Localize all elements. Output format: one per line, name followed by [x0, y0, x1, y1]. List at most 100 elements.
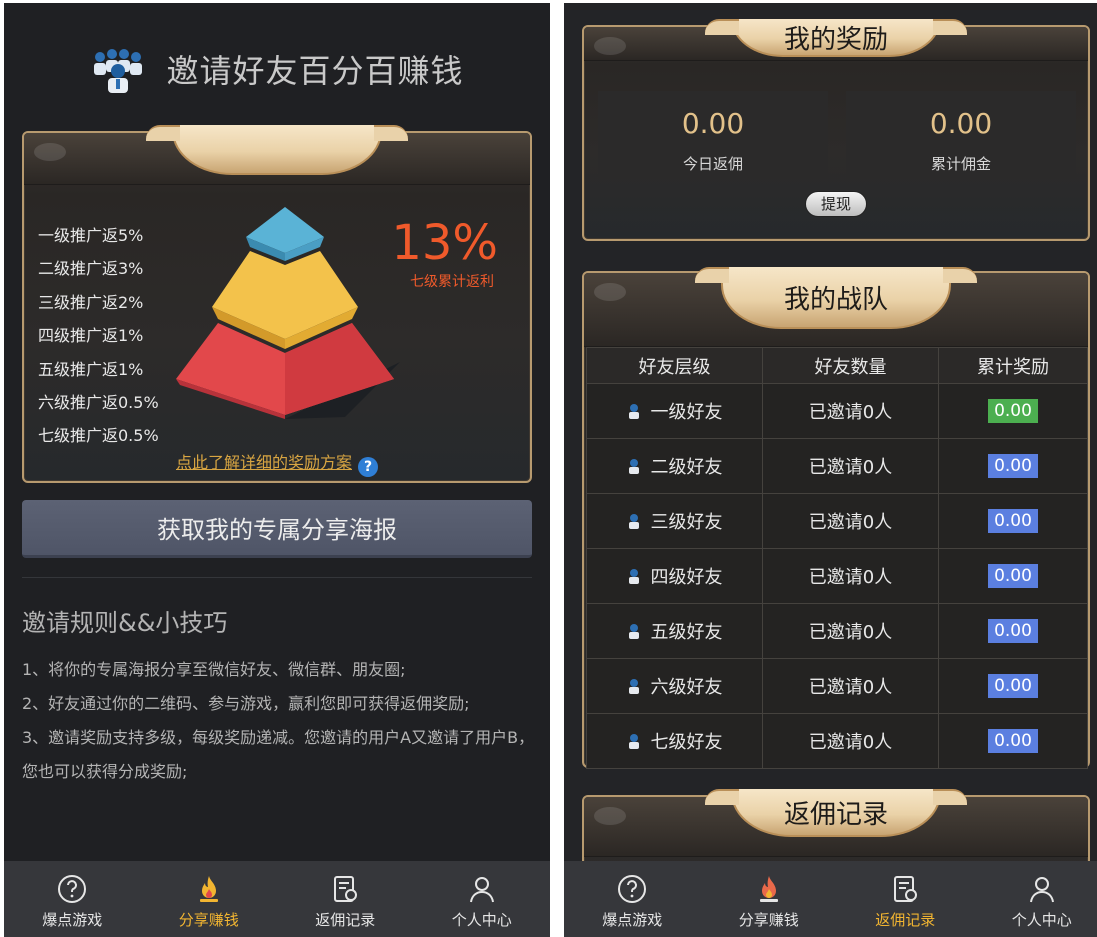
tab-games[interactable]: 爆点游戏 — [4, 861, 141, 937]
page-title: 邀请好友百分百赚钱 — [166, 52, 464, 90]
person-icon — [628, 679, 639, 694]
total-commission-label: 累计佣金 — [930, 155, 991, 173]
invited-count: 已邀请0人 — [762, 438, 939, 494]
invited-count: 已邀请0人 — [762, 493, 939, 549]
tab-label: 分享赚钱 — [178, 911, 239, 929]
level-item: 六级推广返0.5% — [38, 392, 159, 412]
today-commission-box: 0.00 今日返佣 — [598, 91, 828, 179]
pyramid-illustration — [176, 207, 400, 419]
tab-share-earn[interactable]: 分享赚钱 — [701, 861, 838, 937]
withdraw-button[interactable]: 提现 — [805, 191, 867, 217]
team-title: 我的战队 — [695, 267, 977, 329]
tab-games[interactable]: 爆点游戏 — [564, 861, 701, 937]
tab-profile[interactable]: 个人中心 — [974, 861, 1097, 937]
my-team-panel: 我的战队 好友层级 好友数量 累计奖励 一级好友 已邀请0人 0.00 二级好友… — [582, 267, 1090, 769]
level-item: 四级推广返1% — [38, 326, 144, 346]
help-circle-icon — [58, 875, 87, 903]
tab-label: 爆点游戏 — [602, 911, 663, 929]
tab-label: 返佣记录 — [315, 911, 376, 929]
column-header: 好友层级 — [586, 347, 763, 384]
person-icon — [628, 624, 639, 639]
level-item: 三级推广返2% — [38, 292, 144, 312]
reward-amount: 0.00 — [988, 509, 1038, 533]
tab-profile[interactable]: 个人中心 — [414, 861, 551, 937]
reward-amount: 0.00 — [988, 399, 1038, 423]
records-title: 返佣记录 — [705, 789, 967, 837]
friend-level: 六级好友 — [650, 677, 723, 698]
tab-label: 返佣记录 — [875, 911, 936, 929]
team-table: 好友层级 好友数量 累计奖励 一级好友 已邀请0人 0.00 二级好友 已邀请0… — [586, 347, 1088, 769]
invited-count: 已邀请0人 — [762, 603, 939, 659]
tab-label: 爆点游戏 — [42, 911, 103, 929]
tab-commission-records[interactable]: 返佣记录 — [837, 861, 974, 937]
invited-count: 已邀请0人 — [762, 383, 939, 439]
invited-count: 已邀请0人 — [762, 658, 939, 714]
rules-title: 邀请规则&&小技巧 — [22, 609, 228, 637]
promotion-levels-panel: 一级推广返5% 二级推广返3% 三级推广返2% 四级推广返1% 五级推广返1% … — [22, 125, 532, 483]
tab-commission-records[interactable]: 返佣记录 — [277, 861, 414, 937]
level-item: 一级推广返5% — [38, 226, 144, 245]
my-rewards-panel: 我的奖励 0.00 今日返佣 0.00 累计佣金 提现 — [582, 19, 1090, 241]
reward-amount: 0.00 — [988, 564, 1038, 588]
total-percent: 13% — [391, 215, 498, 271]
level-item: 二级推广返3% — [38, 259, 144, 279]
table-row: 五级好友 已邀请0人 0.00 — [586, 603, 1088, 659]
friend-level: 一级好友 — [650, 402, 723, 423]
today-commission-value: 0.00 — [681, 107, 745, 140]
total-percent-label: 七级累计返利 — [410, 274, 494, 290]
tab-label: 个人中心 — [451, 911, 512, 929]
rule-item: 1、将你的专属海报分享至微信好友、微信群、朋友圈; — [22, 660, 406, 679]
level-item: 七级推广返0.5% — [38, 426, 159, 446]
level-list: 一级推广返5% 二级推广返3% 三级推广返2% 四级推广返1% 五级推广返1% … — [38, 219, 159, 453]
rules-list: 1、将你的专属海报分享至微信好友、微信群、朋友圈; 2、好友通过你的二维码、参与… — [22, 653, 536, 789]
friend-level: 二级好友 — [650, 457, 723, 478]
reward-detail-link[interactable]: 点此了解详细的奖励方案? — [24, 449, 530, 477]
person-icon — [628, 459, 639, 474]
tab-label: 分享赚钱 — [738, 911, 799, 929]
column-header: 累计奖励 — [938, 347, 1088, 384]
reward-amount: 0.00 — [988, 674, 1038, 698]
reward-amount: 0.00 — [988, 729, 1038, 753]
level-item: 五级推广返1% — [38, 359, 144, 379]
rule-item: 3、邀请奖励支持多级，每级奖励递减。您邀请的用户A又邀请了用户B，您也可以获得分… — [22, 728, 535, 781]
rule-item: 2、好友通过你的二维码、参与游戏，赢利您即可获得返佣奖励; — [22, 694, 470, 713]
reward-amount: 0.00 — [988, 619, 1038, 643]
today-commission-label: 今日返佣 — [682, 155, 743, 173]
tab-bar: 爆点游戏 分享赚钱 返佣记录 个人中心 — [4, 861, 550, 937]
table-header-row: 好友层级 好友数量 累计奖励 — [586, 347, 1088, 384]
table-row: 七级好友 已邀请0人 0.00 — [586, 713, 1088, 769]
panel-plaque — [146, 125, 408, 175]
table-row: 四级好友 已邀请0人 0.00 — [586, 548, 1088, 604]
person-icon — [628, 734, 639, 749]
commission-screen: 我的奖励 0.00 今日返佣 0.00 累计佣金 提现 我的战队 好友层级 好友… — [564, 3, 1097, 937]
page-header: 邀请好友百分百赚钱 — [4, 39, 550, 99]
table-row: 一级好友 已邀请0人 0.00 — [586, 383, 1088, 439]
total-commission-box: 0.00 累计佣金 — [846, 91, 1076, 179]
reward-detail-link-text[interactable]: 点此了解详细的奖励方案 — [176, 453, 352, 472]
help-circle-icon — [618, 875, 647, 903]
get-poster-button[interactable]: 获取我的专属分享海报 — [22, 500, 532, 558]
friend-level: 七级好友 — [650, 732, 723, 753]
document-badge-icon — [334, 876, 358, 902]
total-commission-value: 0.00 — [929, 107, 993, 140]
tab-label: 个人中心 — [1011, 911, 1072, 929]
team-icon — [94, 49, 143, 93]
tab-share-earn[interactable]: 分享赚钱 — [141, 861, 278, 937]
table-row: 六级好友 已邀请0人 0.00 — [586, 658, 1088, 714]
share-earn-screen: 邀请好友百分百赚钱 一级推广返5% 二级推广返3% 三级推广返2% 四级推广返1… — [4, 3, 550, 937]
document-badge-icon — [894, 876, 918, 902]
table-row: 二级好友 已邀请0人 0.00 — [586, 438, 1088, 494]
reward-amount: 0.00 — [988, 454, 1038, 478]
invited-count: 已邀请0人 — [762, 713, 939, 769]
tab-bar: 爆点游戏 分享赚钱 返佣记录 个人中心 — [564, 861, 1097, 937]
flame-icon — [759, 876, 778, 902]
invited-count: 已邀请0人 — [762, 548, 939, 604]
person-icon — [628, 514, 639, 529]
divider — [22, 577, 532, 578]
friend-level: 三级好友 — [650, 512, 723, 533]
friend-level: 五级好友 — [650, 622, 723, 643]
question-icon[interactable]: ? — [358, 457, 378, 477]
rewards-title: 我的奖励 — [705, 19, 967, 57]
column-header: 好友数量 — [762, 347, 939, 384]
flame-icon — [199, 876, 218, 902]
